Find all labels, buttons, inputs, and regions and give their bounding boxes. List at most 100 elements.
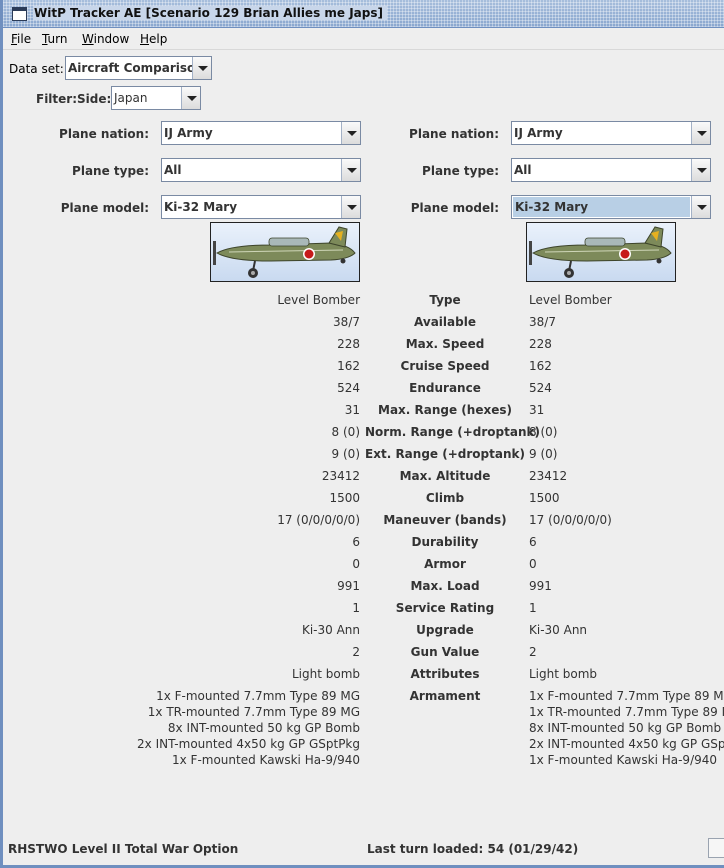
right-value-upgrade: Ki-30 Ann (529, 623, 588, 637)
app-window: WitP Tracker AE [Scenario 129 Brian Alli… (0, 0, 724, 868)
chevron-down-icon[interactable] (691, 159, 710, 181)
left-value-gun-value: 2 (352, 645, 360, 659)
left-nation-select[interactable]: IJ Army (161, 121, 361, 145)
left-type-value: All (164, 163, 182, 177)
left-armament-item: 1x TR-mounted 7.7mm Type 89 MG (147, 705, 360, 719)
title-bar[interactable]: WitP Tracker AE [Scenario 129 Brian Alli… (3, 0, 724, 28)
right-armament-item: 1x F-mounted 7.7mm Type 89 MG (529, 689, 724, 703)
row-label-endurance: Endurance (409, 381, 481, 395)
right-value-climb: 1500 (529, 491, 560, 505)
right-nation-value: IJ Army (514, 126, 563, 140)
status-option-text: RHSTWO Level II Total War Option (8, 842, 239, 856)
menu-help[interactable]: Help (140, 32, 167, 46)
row-label-type: Type (429, 293, 461, 307)
left-value-climb: 1500 (329, 491, 360, 505)
right-value-maneuver: 17 (0/0/0/0/0) (529, 513, 612, 527)
left-armament-item: 1x F-mounted 7.7mm Type 89 MG (156, 689, 360, 703)
right-armament-item: 1x TR-mounted 7.7mm Type 89 MG (529, 705, 724, 719)
left-model-value: Ki-32 Mary (164, 200, 238, 214)
right-armament-item: 1x F-mounted Kawski Ha-9/940 (529, 753, 718, 767)
right-type-value: All (514, 163, 532, 177)
chevron-down-icon[interactable] (691, 122, 710, 144)
menu-file-label: ile (17, 32, 32, 46)
dataset-select[interactable]: Aircraft Comparison (65, 56, 212, 80)
left-value-norm-range: 8 (0) (331, 425, 360, 439)
right-model-select[interactable]: Ki-32 Mary (511, 195, 711, 219)
row-label-climb: Climb (425, 491, 465, 505)
right-value-max-load: 991 (529, 579, 552, 593)
right-value-max-altitude: 23412 (529, 469, 568, 483)
chevron-down-icon[interactable] (341, 196, 360, 218)
row-label-max-load: Max. Load (410, 579, 480, 593)
right-nation-select[interactable]: IJ Army (511, 121, 711, 145)
menu-bar: File Turn Window Help (3, 28, 724, 50)
plane-icon (213, 226, 356, 278)
left-type-select[interactable]: All (161, 158, 361, 182)
window-icon (12, 7, 27, 21)
left-value-endurance: 524 (337, 381, 360, 395)
chevron-down-icon[interactable] (181, 87, 200, 109)
right-value-norm-range: 8 (0) (529, 425, 558, 439)
row-label-durability: Durability (411, 535, 479, 549)
row-label-max-range: Max. Range (hexes) (378, 403, 512, 417)
menu-help-mnemonic: H (140, 32, 150, 46)
right-value-endurance: 524 (529, 381, 552, 395)
right-value-max-range: 31 (529, 403, 545, 417)
right-model-value: Ki-32 Mary (513, 197, 690, 217)
right-type-label: Plane type: (422, 164, 499, 178)
left-model-label: Plane model: (60, 201, 149, 215)
right-value-ext-range: 9 (0) (529, 447, 558, 461)
left-plane-image (210, 222, 360, 282)
right-armament-item: 2x INT-mounted 4x50 kg GP GSptPkg (529, 737, 724, 751)
chevron-down-icon[interactable] (691, 196, 710, 218)
left-value-max-altitude: 23412 (321, 469, 360, 483)
right-value-type: Level Bomber (529, 293, 612, 307)
menu-file[interactable]: File (11, 32, 31, 46)
side-select[interactable]: Japan (111, 86, 201, 110)
left-model-select[interactable]: Ki-32 Mary (161, 195, 361, 219)
left-value-max-speed: 228 (337, 337, 360, 351)
dataset-label: Data set: (9, 62, 64, 76)
row-label-norm-range: Norm. Range (+droptank) (365, 425, 540, 439)
row-label-service-rating: Service Rating (395, 601, 495, 615)
left-value-maneuver: 17 (0/0/0/0/0) (277, 513, 360, 527)
left-value-durability: 6 (352, 535, 360, 549)
row-label-upgrade: Upgrade (416, 623, 474, 637)
chevron-down-icon[interactable] (341, 122, 360, 144)
left-armament-item: 2x INT-mounted 4x50 kg GP GSptPkg (137, 737, 360, 751)
status-bar: RHSTWO Level II Total War Option Last tu… (3, 840, 724, 865)
left-armament-item: 1x F-mounted Kawski Ha-9/940 (171, 753, 360, 767)
left-value-type: Level Bomber (277, 293, 360, 307)
right-value-service-rating: 1 (529, 601, 537, 615)
left-value-max-load: 991 (337, 579, 360, 593)
row-label-gun-value: Gun Value (410, 645, 480, 659)
row-label-available: Available (414, 315, 476, 329)
menu-turn-label: urn (47, 32, 68, 46)
left-type-label: Plane type: (72, 164, 149, 178)
left-nation-value: IJ Army (164, 126, 213, 140)
right-plane-image (526, 222, 676, 282)
left-value-cruise-speed: 162 (337, 359, 360, 373)
menu-window-mnemonic: W (82, 32, 94, 46)
status-last-turn: Last turn loaded: 54 (01/29/42) (367, 842, 579, 856)
right-armament-item: 8x INT-mounted 50 kg GP Bomb (529, 721, 722, 735)
right-model-label: Plane model: (410, 201, 499, 215)
right-value-cruise-speed: 162 (529, 359, 552, 373)
menu-window[interactable]: Window (82, 32, 129, 46)
chevron-down-icon[interactable] (341, 159, 360, 181)
left-value-max-range: 31 (344, 403, 360, 417)
status-button[interactable] (708, 838, 724, 858)
side-value: Japan (114, 91, 148, 105)
right-nation-label: Plane nation: (409, 127, 499, 141)
plane-icon (529, 226, 672, 278)
menu-turn[interactable]: Turn (42, 32, 67, 46)
row-label-ext-range: Ext. Range (+droptank) (365, 447, 525, 461)
row-label-armament: Armament (409, 689, 481, 703)
left-value-attributes: Light bomb (291, 667, 360, 681)
chevron-down-icon[interactable] (192, 57, 211, 79)
filter-label: Filter: (36, 92, 78, 106)
row-label-max-speed: Max. Speed (405, 337, 485, 351)
side-label: Side: (77, 92, 112, 106)
right-type-select[interactable]: All (511, 158, 711, 182)
menu-help-label: elp (149, 32, 168, 46)
